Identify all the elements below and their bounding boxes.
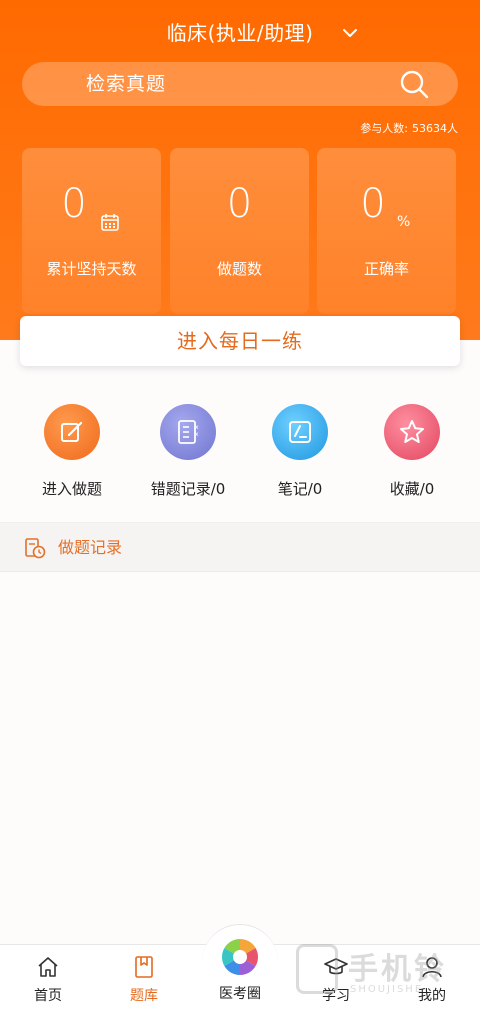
stat-value: 0: [226, 181, 253, 227]
home-icon[interactable]: [36, 955, 60, 979]
tab-question-bank[interactable]: 题库: [96, 945, 192, 1012]
participants-count: 参与人数: 53634人: [356, 120, 458, 136]
chevron-down-icon[interactable]: [341, 24, 359, 42]
quick-action-notes[interactable]: 笔记/0: [240, 404, 360, 504]
exam-title[interactable]: 临床(执业/助理): [167, 21, 314, 45]
watermark-logo: [296, 944, 338, 994]
search-bar[interactable]: 检索真题: [22, 62, 458, 106]
quick-action-label[interactable]: 错题记录/0: [128, 478, 248, 499]
quick-action-favorites[interactable]: 收藏/0: [352, 404, 472, 504]
search-placeholder[interactable]: 检索真题: [86, 62, 166, 106]
daily-practice-button[interactable]: 进入每日一练: [20, 316, 460, 366]
practice-records-header[interactable]: 做题记录: [0, 522, 480, 572]
search-icon[interactable]: [398, 68, 430, 100]
stat-card-accuracy: 0 % 正确率: [317, 148, 456, 314]
stat-card-questions-done: 0 做题数: [170, 148, 309, 314]
tab-label[interactable]: 首页: [0, 985, 96, 1005]
history-clock-icon: [25, 538, 46, 559]
stat-card-streak-days: 0 累计坚持天数: [22, 148, 161, 314]
question-bank-icon[interactable]: [132, 955, 156, 979]
tab-home[interactable]: 首页: [0, 945, 96, 1012]
wrong-list-icon[interactable]: x x: [160, 404, 216, 460]
watermark-subtext: SHOUJISHE: [350, 984, 424, 995]
community-logo-icon[interactable]: [220, 937, 260, 977]
svg-text:x: x: [195, 431, 199, 438]
percent-sign: %: [397, 214, 411, 230]
tab-label[interactable]: 医考圈: [202, 983, 278, 1003]
quick-action-wrong-records[interactable]: x x 错题记录/0: [128, 404, 248, 504]
svg-text:x: x: [195, 424, 199, 431]
edit-icon[interactable]: [44, 404, 100, 460]
quick-action-label[interactable]: 笔记/0: [240, 478, 360, 499]
calendar-icon: [101, 214, 119, 231]
quick-action-label[interactable]: 收藏/0: [352, 478, 472, 499]
exam-selector[interactable]: 临床(执业/助理): [0, 16, 480, 50]
stat-value: 0: [360, 181, 386, 227]
star-icon[interactable]: [384, 404, 440, 460]
participants-label: 参与人数:: [360, 122, 408, 135]
watermark-text: 手机铃: [348, 952, 447, 987]
quick-action-label[interactable]: 进入做题: [12, 478, 132, 499]
participants-value: 53634人: [412, 122, 458, 135]
tab-community[interactable]: 医考圈: [202, 924, 278, 1003]
stat-label: 正确率: [363, 260, 409, 278]
practice-records-label[interactable]: 做题记录: [58, 523, 122, 573]
stat-label: 做题数: [216, 260, 262, 278]
watermark: 手机铃 SHOUJISHE: [296, 944, 476, 1004]
note-icon[interactable]: [272, 404, 328, 460]
tab-label[interactable]: 题库: [96, 985, 192, 1005]
stat-label: 累计坚持天数: [46, 260, 137, 278]
quick-action-practice[interactable]: 进入做题: [12, 404, 132, 504]
